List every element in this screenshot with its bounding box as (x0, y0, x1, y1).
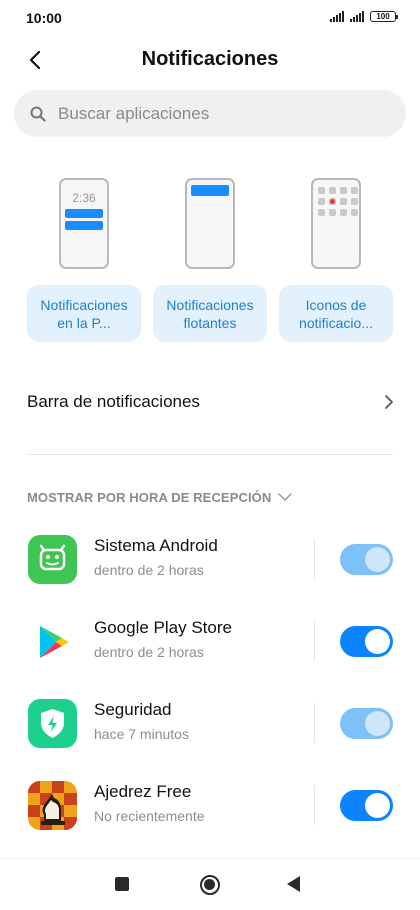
preview-clock: 2:36 (72, 191, 96, 205)
notification-bar-label: Barra de notificaciones (27, 392, 200, 411)
notification-toggle[interactable] (340, 544, 393, 575)
app-subtitle: No recientemente (94, 808, 205, 824)
back-icon[interactable] (287, 876, 300, 892)
android-icon (28, 535, 77, 584)
notification-toggle[interactable] (340, 790, 393, 821)
page-title: Notificaciones (141, 48, 279, 70)
app-name: Sistema Android (94, 536, 218, 555)
icons-preview (311, 178, 361, 269)
status-time: 10:00 (26, 10, 62, 26)
play-store-icon (28, 617, 77, 666)
signal-icon (350, 11, 364, 22)
recents-icon[interactable] (115, 877, 129, 891)
search-icon (29, 105, 47, 123)
notification-bar-row[interactable]: Barra de notificaciones (0, 374, 420, 430)
navigation-bar (0, 858, 420, 910)
chevron-right-icon (385, 395, 393, 409)
lockscreen-notifications-button[interactable]: Notificaciones en la P... (27, 285, 141, 342)
app-row[interactable]: Seguridad hace 7 minutos (0, 693, 420, 753)
signal-icon (330, 11, 344, 22)
app-subtitle: dentro de 2 horas (94, 562, 204, 578)
chevron-down-icon (278, 493, 293, 501)
app-name: Google Play Store (94, 618, 232, 637)
header: Notificaciones (0, 40, 420, 80)
app-row[interactable]: Sistema Android dentro de 2 horas (0, 529, 420, 589)
status-icons: 100 (330, 11, 398, 22)
floating-preview (185, 178, 235, 269)
lockscreen-preview: 2:36 (59, 178, 109, 269)
sort-selector[interactable]: MOSTRAR POR HORA DE RECEPCIÓN (27, 490, 293, 505)
notification-toggle[interactable] (340, 708, 393, 739)
app-row[interactable]: Ajedrez Free No recientemente (0, 775, 420, 835)
style-option-floating: Notificaciones flotantes (153, 178, 267, 342)
divider (27, 454, 393, 455)
battery-icon: 100 (370, 11, 398, 22)
sort-label: MOSTRAR POR HORA DE RECEPCIÓN (27, 490, 272, 505)
app-row[interactable]: Google Play Store dentro de 2 horas (0, 611, 420, 671)
style-option-icons: Iconos de notificacio... (279, 178, 393, 342)
notification-toggle[interactable] (340, 626, 393, 657)
search-bar[interactable] (14, 90, 406, 137)
notification-styles: 2:36 Notificaciones en la P... Notificac… (27, 178, 393, 342)
style-option-lockscreen: 2:36 Notificaciones en la P... (27, 178, 141, 342)
status-bar: 10:00 100 (0, 0, 420, 36)
app-name: Seguridad (94, 700, 172, 719)
chess-icon (28, 781, 77, 830)
home-icon[interactable] (200, 875, 220, 895)
security-shield-icon (28, 699, 77, 748)
floating-notifications-button[interactable]: Notificaciones flotantes (153, 285, 267, 342)
app-subtitle: dentro de 2 horas (94, 644, 204, 660)
search-input[interactable] (58, 103, 378, 124)
app-name: Ajedrez Free (94, 782, 192, 801)
app-subtitle: hace 7 minutos (94, 726, 189, 742)
notification-icons-button[interactable]: Iconos de notificacio... (279, 285, 393, 342)
